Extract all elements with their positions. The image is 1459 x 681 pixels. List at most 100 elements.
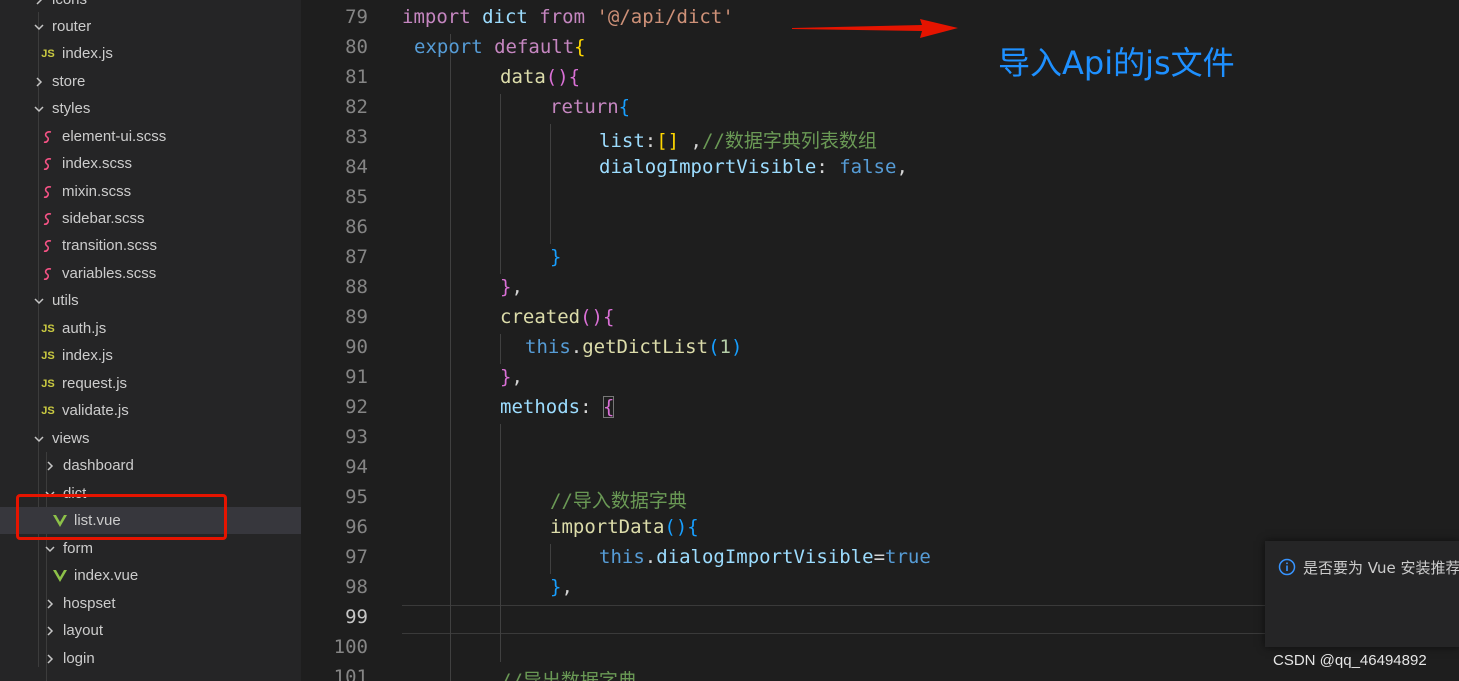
line-number: 81 <box>345 66 368 88</box>
tree-file-auth-js[interactable]: JS auth.js <box>0 315 301 342</box>
code-token: , <box>679 130 702 152</box>
code-token: . <box>570 336 583 358</box>
info-icon <box>1278 558 1296 576</box>
code-token: } <box>550 246 562 268</box>
tree-label: sidebar.scss <box>62 210 145 227</box>
tree-file-utils-index-js[interactable]: JS index.js <box>0 342 301 369</box>
tree-label: dashboard <box>63 457 134 474</box>
tree-file-mixin-scss[interactable]: mixin.scss <box>0 178 301 205</box>
tree-folder-views[interactable]: views <box>0 425 301 452</box>
tree-file-transition-scss[interactable]: transition.scss <box>0 232 301 259</box>
tree-label: mixin.scss <box>62 183 132 200</box>
scss-file-icon <box>40 267 56 281</box>
tree-label: router <box>52 18 92 35</box>
tree-folder-styles[interactable]: styles <box>0 95 301 122</box>
code-token: () <box>580 306 603 328</box>
chevron-down-icon <box>32 432 46 446</box>
code-token: , <box>896 156 908 178</box>
tree-file-element-ui-scss[interactable]: element-ui.scss <box>0 123 301 150</box>
tree-file-variables-scss[interactable]: variables.scss <box>0 260 301 287</box>
code-token: return <box>550 96 619 118</box>
tree-folder-icons[interactable]: icons <box>0 0 301 13</box>
tree-folder-store[interactable]: store <box>0 68 301 95</box>
tree-label: form <box>63 540 93 557</box>
code-token: , <box>511 276 523 298</box>
tree-folder-dashboard[interactable]: dashboard <box>0 452 301 479</box>
explorer-sidebar: icons router JS index.js store styles el… <box>0 0 301 681</box>
code-token: getDictList <box>582 336 709 358</box>
code-token: this <box>525 336 571 358</box>
code-token: dialogImportVisible <box>656 546 874 568</box>
line-number: 100 <box>333 636 368 658</box>
tree-label: transition.scss <box>62 237 158 254</box>
tree-label: element-ui.scss <box>62 128 167 145</box>
code-line-82: return{ <box>550 96 630 118</box>
line-number: 91 <box>345 366 368 388</box>
code-line-87: } <box>550 246 561 268</box>
code-token: //数据字典列表数组 <box>702 130 877 152</box>
tree-file-sidebar-scss[interactable]: sidebar.scss <box>0 205 301 232</box>
code-token: () <box>545 66 569 88</box>
js-file-icon: JS <box>41 404 55 417</box>
code-token: } <box>500 366 512 388</box>
code-line-80: export default{ <box>414 36 586 58</box>
code-line-97: this.dialogImportVisible=true <box>599 546 931 568</box>
code-token: from <box>539 6 586 28</box>
line-number: 80 <box>345 36 368 58</box>
tree-file-validate-js[interactable]: JS validate.js <box>0 397 301 424</box>
notification-toast[interactable]: 是否要为 Vue 安装推荐 <box>1265 541 1459 647</box>
code-line-98: }, <box>550 576 573 598</box>
scss-file-icon <box>40 130 56 144</box>
code-token: } <box>500 276 512 298</box>
tree-folder-router[interactable]: router <box>0 13 301 40</box>
code-token: this <box>599 546 645 568</box>
chevron-right-icon <box>32 75 46 89</box>
code-line-96: importData(){ <box>550 516 699 538</box>
code-token: //导入数据字典 <box>550 490 687 512</box>
code-line-83: list:[] ,//数据字典列表数组 <box>599 126 877 153</box>
line-number: 93 <box>345 426 368 448</box>
tree-label: icons <box>52 0 87 8</box>
code-token: { <box>602 306 615 328</box>
code-line-89: created(){ <box>500 306 614 328</box>
code-token: ( <box>708 336 720 358</box>
chevron-right-icon <box>43 459 57 473</box>
js-file-icon: JS <box>41 322 55 335</box>
code-token: : <box>580 396 603 418</box>
tree-label: store <box>52 73 86 90</box>
tree-folder-utils[interactable]: utils <box>0 287 301 314</box>
tree-file-request-js[interactable]: JS request.js <box>0 370 301 397</box>
tree-file-index-vue[interactable]: index.vue <box>0 562 301 589</box>
tree-label: auth.js <box>62 320 107 337</box>
code-token: } <box>550 576 562 598</box>
js-file-icon: JS <box>41 349 55 362</box>
line-number: 94 <box>345 456 368 478</box>
code-token: dialogImportVisible <box>599 156 817 178</box>
code-token: [] <box>656 130 680 152</box>
tree-file-router-index-js[interactable]: JS index.js <box>0 40 301 67</box>
tree-folder-login[interactable]: login <box>0 645 301 672</box>
tree-label: index.js <box>62 45 113 62</box>
tree-file-index-scss[interactable]: index.scss <box>0 150 301 177</box>
line-number: 92 <box>345 396 368 418</box>
scss-file-icon <box>40 212 56 226</box>
code-token: false <box>839 156 897 178</box>
code-line-91: }, <box>500 366 523 388</box>
chevron-right-icon <box>43 624 57 638</box>
line-number: 86 <box>345 216 368 238</box>
line-number: 101 <box>333 666 368 681</box>
code-token: created <box>500 306 581 328</box>
code-token: () <box>664 516 688 538</box>
line-number: 89 <box>345 306 368 328</box>
tree-label: variables.scss <box>62 265 157 282</box>
code-token: data <box>500 66 546 88</box>
indent-guide <box>450 34 451 681</box>
tree-label: layout <box>63 622 104 639</box>
tree-folder-layout[interactable]: layout <box>0 617 301 644</box>
line-number: 88 <box>345 276 368 298</box>
tree-folder-hospset[interactable]: hospset <box>0 590 301 617</box>
code-token: true <box>885 546 931 568</box>
watermark: CSDN @qq_46494892 <box>1273 652 1427 669</box>
indent-guide <box>550 544 551 574</box>
chevron-down-icon <box>43 542 57 556</box>
